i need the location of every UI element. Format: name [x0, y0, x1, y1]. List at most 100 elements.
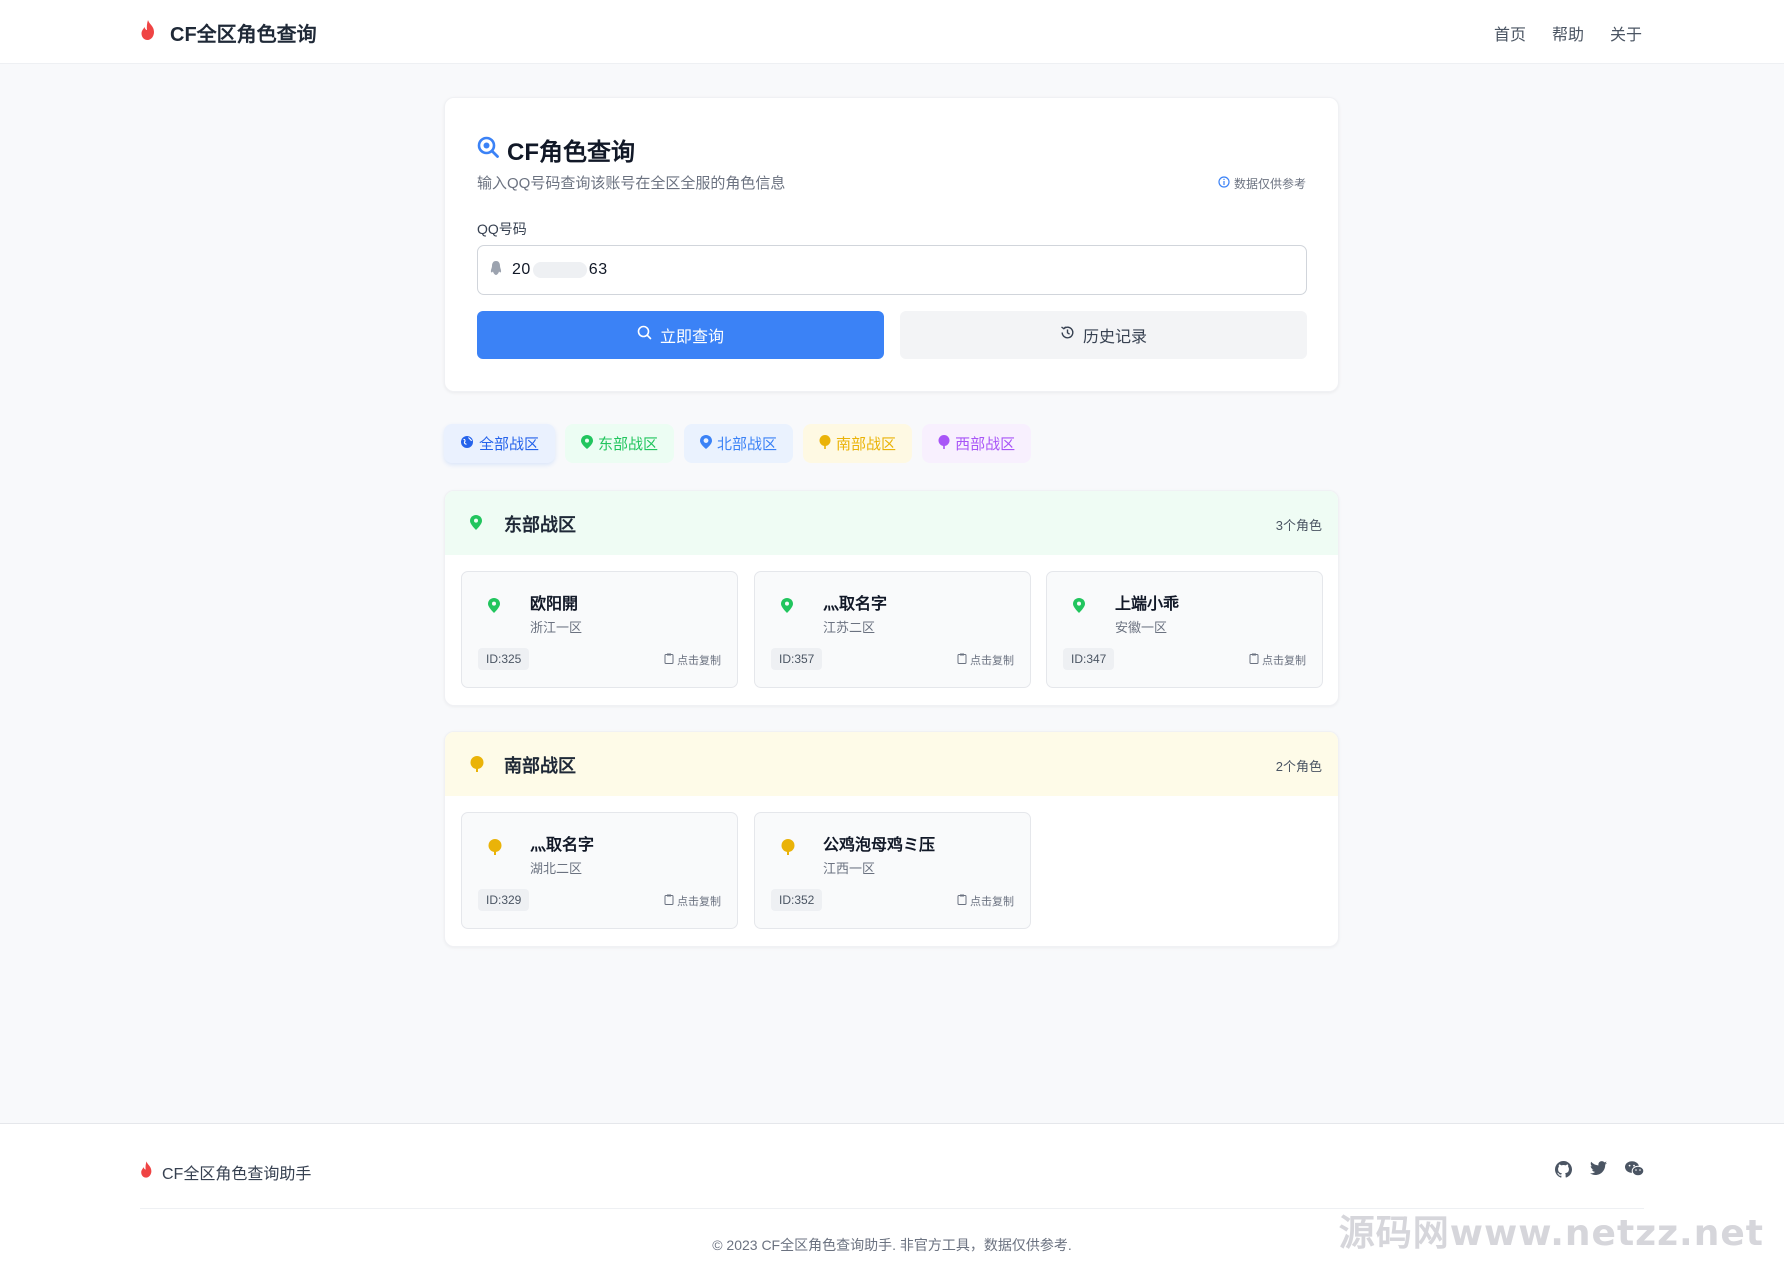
twitter-icon[interactable]: [1590, 1161, 1607, 1183]
region-count: 3个角色: [1275, 518, 1322, 533]
role-name: 欧阳開: [530, 596, 579, 613]
map-marker-icon: [700, 434, 713, 453]
region-header: 南部战区 2个角色: [445, 732, 1338, 796]
fire-icon: [140, 20, 156, 45]
role-server: 湖北二区: [530, 861, 583, 876]
tab-all-regions[interactable]: 全部战区: [444, 424, 556, 463]
region-tabs: 全部战区 东部战区 北部战区 南部战区 西部战区: [444, 424, 1032, 463]
qq-label: QQ号码: [477, 221, 527, 237]
query-card: CF角色查询 输入QQ号码查询该账号在全区全服的角色信息 数据仅供参考 QQ号码…: [444, 97, 1339, 392]
role-server: 江苏二区: [823, 620, 876, 635]
tab-north-label: 北部战区: [717, 436, 778, 453]
region-header: 东部战区 3个角色: [445, 491, 1338, 555]
tab-all-label: 全部战区: [479, 436, 540, 453]
clipboard-icon: [957, 894, 967, 908]
clipboard-icon: [664, 894, 674, 908]
clipboard-icon: [957, 653, 967, 667]
copy-button[interactable]: 点击复制: [664, 652, 721, 668]
clipboard-icon: [664, 653, 674, 667]
footer-brand-text: CF全区角色查询助手: [162, 1166, 312, 1183]
copy-label: 点击复制: [970, 655, 1014, 667]
copy-button[interactable]: 点击复制: [1249, 652, 1306, 668]
tab-east-label: 东部战区: [598, 436, 659, 453]
region-name: 东部战区: [504, 515, 576, 535]
top-header: CF全区角色查询 首页 帮助 关于: [0, 0, 1784, 64]
role-id-badge: ID:347: [1063, 648, 1115, 670]
role-id-badge: ID:325: [478, 648, 530, 670]
map-pin-icon: [819, 434, 831, 453]
copy-label: 点击复制: [677, 896, 721, 908]
copy-button[interactable]: 点击复制: [957, 893, 1014, 909]
map-pin-icon: [470, 756, 484, 777]
copy-label: 点击复制: [1262, 655, 1306, 667]
clipboard-icon: [1249, 653, 1259, 667]
data-note: 数据仅供参考: [1218, 175, 1306, 192]
search-icon: [477, 136, 499, 163]
query-title-text: CF角色查询: [507, 139, 635, 166]
role-card[interactable]: 灬取名字 江苏二区 ID:357 点击复制: [754, 571, 1031, 688]
region-name: 南部战区: [504, 756, 576, 776]
map-pin-icon: [488, 839, 502, 860]
qq-input-value: 20 63: [512, 261, 608, 279]
globe-icon: [460, 435, 474, 453]
role-id-badge: ID:352: [771, 889, 823, 911]
qq-input[interactable]: 20 63: [477, 245, 1307, 295]
role-card[interactable]: 上端小乖 安徽一区 ID:347 点击复制: [1046, 571, 1323, 688]
role-server: 江西一区: [823, 861, 876, 876]
copy-label: 点击复制: [677, 655, 721, 667]
role-card[interactable]: 欧阳開 浙江一区 ID:325 点击复制: [461, 571, 738, 688]
nav-home[interactable]: 首页: [1494, 21, 1526, 45]
role-card[interactable]: 公鸡泡母鸡ミ压 江西一区 ID:352 点击复制: [754, 812, 1031, 929]
region-count: 2个角色: [1275, 759, 1322, 774]
qq-input-suffix: 63: [588, 261, 608, 278]
tab-west-label: 西部战区: [955, 436, 1016, 453]
map-pin-icon: [938, 434, 950, 453]
wechat-icon[interactable]: [1625, 1161, 1645, 1183]
role-id-badge: ID:329: [478, 889, 530, 911]
tab-south[interactable]: 南部战区: [803, 424, 913, 463]
query-title: CF角色查询: [477, 132, 635, 167]
search-button[interactable]: 立即查询: [477, 311, 884, 359]
map-pin-icon: [781, 839, 795, 860]
role-name: 灬取名字: [823, 596, 888, 613]
map-pin-icon: [470, 515, 482, 535]
search-button-label: 立即查询: [659, 329, 724, 346]
role-name: 公鸡泡母鸡ミ压: [823, 837, 936, 854]
tab-west[interactable]: 西部战区: [922, 424, 1032, 463]
history-button-label: 历史记录: [1082, 329, 1147, 346]
brand-title: CF全区角色查询: [170, 24, 317, 46]
data-note-text: 数据仅供参考: [1233, 177, 1306, 191]
map-pin-icon: [781, 598, 793, 618]
role-id-badge: ID:357: [771, 648, 823, 670]
page-footer: CF全区角色查询助手 © 2023 CF全区角色查询助手. 非官方工具，数据仅供…: [0, 1123, 1784, 1266]
github-icon[interactable]: [1555, 1161, 1572, 1183]
nav-help[interactable]: 帮助: [1552, 21, 1584, 45]
region-section-east: 东部战区 3个角色 欧阳開 浙江一区 ID:325 点击复制 灬取名字 江苏二区…: [444, 490, 1339, 706]
role-name: 灬取名字: [530, 837, 595, 854]
map-pin-icon: [581, 434, 594, 453]
qq-penguin-icon: [490, 260, 502, 280]
tab-north[interactable]: 北部战区: [684, 424, 794, 463]
history-icon: [1060, 325, 1075, 345]
qq-input-blur: [532, 261, 587, 278]
top-nav: 首页 帮助 关于: [1494, 21, 1642, 45]
map-pin-icon: [1073, 598, 1085, 618]
brand[interactable]: CF全区角色查询: [140, 18, 317, 47]
tab-east[interactable]: 东部战区: [565, 424, 675, 463]
role-name: 上端小乖: [1115, 596, 1180, 613]
copy-button[interactable]: 点击复制: [957, 652, 1014, 668]
role-card[interactable]: 灬取名字 湖北二区 ID:329 点击复制: [461, 812, 738, 929]
role-server: 浙江一区: [530, 620, 583, 635]
copy-label: 点击复制: [970, 896, 1014, 908]
nav-about[interactable]: 关于: [1610, 21, 1642, 45]
copy-button[interactable]: 点击复制: [664, 893, 721, 909]
search-icon: [637, 325, 652, 345]
history-button[interactable]: 历史记录: [900, 311, 1307, 359]
tab-south-label: 南部战区: [836, 436, 897, 453]
watermark: 源码网www.netzz.net: [1338, 1213, 1764, 1254]
fire-icon: [140, 1161, 153, 1183]
query-subtitle: 输入QQ号码查询该账号在全区全服的角色信息: [477, 175, 786, 192]
footer-brand: CF全区角色查询助手: [140, 1160, 311, 1184]
social-links: [1555, 1161, 1645, 1183]
info-icon: [1218, 176, 1230, 191]
